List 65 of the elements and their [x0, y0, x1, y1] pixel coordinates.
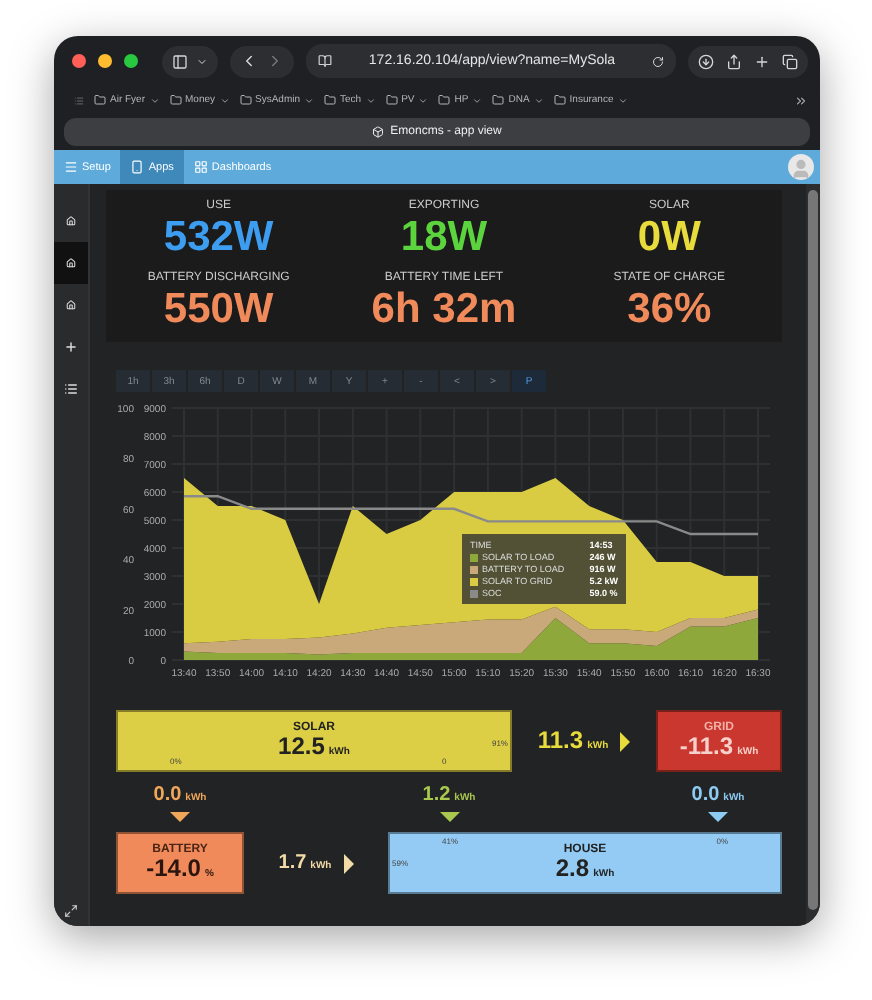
phone-icon	[130, 160, 145, 174]
chevron-icon	[219, 95, 230, 105]
folder-icon	[553, 94, 566, 106]
chevron-icon	[418, 95, 429, 105]
flow-arrow	[343, 853, 354, 873]
box-icon	[372, 126, 385, 138]
folder-icon	[169, 94, 181, 106]
more-icon	[794, 93, 808, 107]
menu-icon	[64, 160, 78, 174]
energy-value: 11.3	[537, 728, 584, 754]
share-icon	[726, 53, 742, 69]
minimize-button[interactable]	[98, 54, 112, 68]
sidebar-button[interactable]	[162, 45, 218, 77]
scrollbar-thumb[interactable]	[808, 190, 818, 910]
tabs-icon	[782, 53, 798, 69]
flow-arrow	[708, 811, 728, 821]
reload-icon	[652, 55, 664, 67]
plus-icon	[64, 340, 78, 354]
chevron-icon	[304, 95, 315, 105]
back-icon	[240, 52, 258, 70]
energy-value: 1.2	[422, 783, 451, 805]
folder-icon	[324, 94, 337, 106]
folder-icon	[492, 94, 505, 106]
stat-value: 18W	[400, 212, 488, 262]
energy-value: 12.5	[278, 734, 325, 760]
list-icon	[74, 95, 84, 105]
chevron-icon	[196, 55, 208, 67]
energy-value: -14.0	[146, 856, 201, 882]
forward-icon	[266, 52, 284, 70]
chevron-icon	[533, 95, 544, 105]
folder-icon	[94, 94, 106, 106]
energy-value: 0.0	[691, 783, 720, 805]
chevron-icon	[472, 95, 483, 105]
home-icon	[66, 216, 76, 226]
stat-value: 532W	[163, 212, 274, 262]
chevron-icon	[365, 95, 376, 105]
stat-value: 6h 32m	[371, 284, 517, 334]
stat-value: 36%	[627, 284, 712, 334]
flow-arrow	[620, 731, 631, 751]
stat-value: 0W	[637, 212, 701, 262]
flow-arrow	[170, 811, 190, 821]
folder-icon	[239, 94, 252, 106]
energy-value: -11.3	[679, 734, 734, 760]
energy-value: 2.8	[555, 856, 590, 882]
flow-arrow	[439, 811, 459, 821]
home-icon	[66, 300, 76, 310]
close-button[interactable]	[72, 54, 86, 68]
grid-icon	[193, 160, 208, 174]
plus-icon	[754, 53, 770, 69]
folder-icon	[385, 94, 398, 106]
expand-icon	[64, 904, 78, 918]
chevron-icon	[149, 95, 159, 105]
chevron-icon	[617, 95, 628, 105]
download-icon	[698, 53, 714, 69]
list-icon	[64, 382, 78, 396]
history-buttons[interactable]	[230, 45, 294, 77]
energy-value: 0.0	[153, 783, 182, 805]
home-icon	[66, 258, 76, 268]
sidebar-button[interactable]	[54, 242, 88, 284]
energy-value: 1.7	[278, 852, 307, 874]
stat-value: 550W	[163, 284, 274, 334]
toolbar-buttons[interactable]	[688, 45, 808, 77]
folder-icon	[438, 94, 451, 106]
zoom-button[interactable]	[124, 54, 138, 68]
sidebar-icon	[172, 53, 188, 69]
